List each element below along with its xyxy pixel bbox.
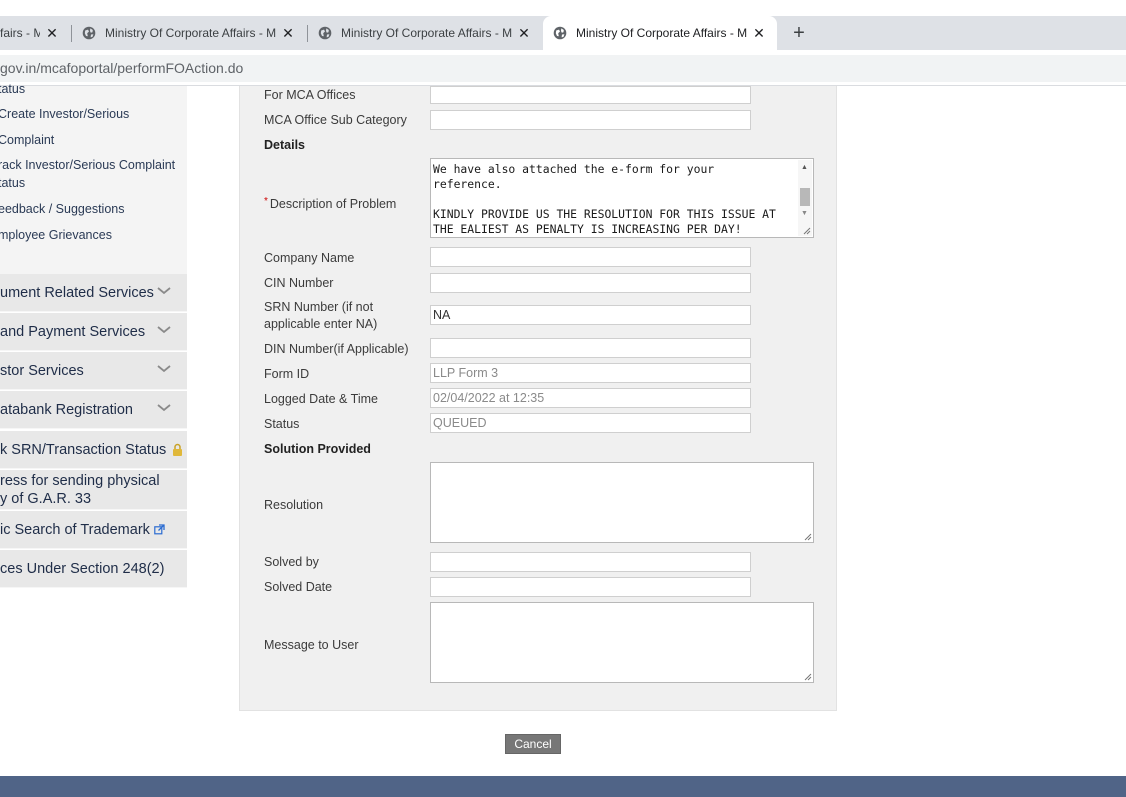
resize-grip-icon[interactable] [804, 673, 812, 681]
chevron-down-icon [157, 287, 171, 295]
scroll-up-arrow-icon[interactable]: ▲ [801, 164, 808, 171]
mca-office-sub-category-label: MCA Office Sub Category [264, 113, 407, 127]
sidebar-section-srn-status[interactable]: k SRN/Transaction Status [0, 431, 187, 469]
solved-by-field[interactable] [430, 552, 751, 572]
section-label: ic Search of Trademark [0, 521, 150, 538]
solved-date-field[interactable] [430, 577, 751, 597]
company-name-field[interactable] [430, 247, 751, 267]
required-marker: * [264, 196, 268, 207]
browser-tab-3[interactable]: Ministry Of Corporate Affairs - M ✕ [308, 16, 542, 50]
sidebar-link-grievances[interactable]: mployee Grievances [0, 226, 112, 244]
sidebar-link-feedback[interactable]: eedback / Suggestions [0, 200, 124, 218]
form-id-label: Form ID [264, 367, 310, 381]
address-bar: gov.in/mcafoportal/performFOAction.do [0, 50, 1126, 86]
description-scrollbar[interactable]: ▲ ▼ [798, 160, 812, 236]
section-label: stor Services [0, 362, 84, 379]
external-link-icon [154, 524, 165, 535]
url-text[interactable]: gov.in/mcafoportal/performFOAction.do [0, 60, 243, 76]
section-label: ces Under Section 248(2) [0, 560, 165, 577]
tab-title: Ministry Of Corporate Affairs - M [341, 26, 512, 40]
solved-date-label: Solved Date [264, 580, 333, 594]
status-field: QUEUED [430, 413, 751, 433]
browser-tab-1[interactable]: fairs - M ✕ [0, 16, 70, 50]
description-label: * Description of Problem [264, 193, 396, 213]
sidebar-links-panel: tatus Create Investor/Serious Complaint … [0, 82, 187, 274]
srn-label-line1: SRN Number (if not [264, 300, 374, 314]
description-text: We have also attached the e-form for you… [433, 162, 776, 236]
for-mca-offices-field[interactable] [430, 86, 751, 104]
browser-tab-bar: fairs - M ✕ Ministry Of Corporate Affair… [0, 16, 1126, 50]
chevron-down-icon [157, 404, 171, 412]
url-host: gov.in [0, 60, 37, 76]
message-to-user-label: Message to User [264, 638, 359, 652]
close-tab-icon[interactable]: ✕ [280, 25, 296, 42]
new-tab-button[interactable]: + [790, 16, 808, 50]
sidebar-section-document-services[interactable]: ument Related Services [0, 274, 187, 312]
details-heading: Details [264, 138, 305, 152]
logged-date-label: Logged Date & Time [264, 392, 378, 406]
sidebar-link-track-complaint-2[interactable]: tatus [0, 174, 25, 192]
cin-number-field[interactable] [430, 273, 751, 293]
sidebar-section-databank-registration[interactable]: atabank Registration [0, 391, 187, 429]
description-label-text: Description of Problem [269, 197, 397, 211]
srn-label-line2: applicable enter NA) [264, 317, 378, 331]
chevron-down-icon [157, 365, 171, 373]
section-label: ument Related Services [0, 284, 154, 301]
browser-tab-active[interactable]: Ministry Of Corporate Affairs - M ✕ [543, 16, 777, 50]
for-mca-offices-label: For MCA Offices [264, 88, 356, 102]
sidebar-section-trademark-search[interactable]: ic Search of Trademark [0, 511, 187, 549]
close-tab-icon[interactable]: ✕ [516, 25, 532, 42]
din-number-label: DIN Number(if Applicable) [264, 342, 409, 356]
section-label: atabank Registration [0, 401, 133, 418]
message-to-user-textarea[interactable] [430, 602, 814, 683]
resolution-textarea[interactable] [430, 462, 814, 543]
tab-title: Ministry Of Corporate Affairs - M [576, 26, 747, 40]
page-footer [0, 776, 1126, 797]
mca-office-sub-category-field[interactable] [430, 110, 751, 130]
sidebar-link-create-complaint-2[interactable]: Complaint [0, 131, 54, 149]
resize-grip-icon[interactable] [803, 227, 811, 235]
scroll-down-arrow-icon[interactable]: ▼ [801, 210, 808, 217]
company-name-label: Company Name [264, 251, 355, 265]
section-label: k SRN/Transaction Status [0, 441, 167, 458]
globe-icon [82, 26, 96, 40]
form-id-field: LLP Form 3 [430, 363, 751, 383]
resize-grip-icon[interactable] [804, 533, 812, 541]
window-top-strip [0, 0, 1126, 16]
sidebar-section-section-248-notices[interactable]: ces Under Section 248(2) [0, 550, 187, 588]
section-label: and Payment Services [0, 323, 146, 340]
section-label: ress for sending physical y of G.A.R. 33 [0, 472, 160, 508]
sidebar-section-investor-services[interactable]: stor Services [0, 352, 187, 390]
status-label: Status [264, 417, 300, 431]
close-tab-icon[interactable]: ✕ [751, 25, 767, 42]
din-number-field[interactable] [430, 338, 751, 358]
sidebar-section-physical-copy-address[interactable]: ress for sending physical y of G.A.R. 33 [0, 470, 187, 510]
srn-number-label: SRN Number (if not applicable enter NA) [264, 299, 377, 333]
scrollbar-thumb[interactable] [800, 188, 810, 206]
tab-title: fairs - M [0, 26, 40, 40]
description-textarea[interactable]: We have also attached the e-form for you… [430, 158, 814, 238]
section-label-line2: y of G.A.R. 33 [0, 490, 92, 507]
sidebar-link-create-complaint[interactable]: Create Investor/Serious [0, 105, 129, 123]
sidebar-section-payment-services[interactable]: and Payment Services [0, 313, 187, 351]
srn-number-field[interactable]: NA [430, 305, 751, 325]
solution-provided-heading: Solution Provided [264, 442, 371, 456]
close-tab-icon[interactable]: ✕ [44, 25, 60, 42]
globe-icon [553, 26, 567, 40]
globe-icon [318, 26, 332, 40]
url-path: /mcafoportal/performFOAction.do [36, 60, 244, 76]
tab-title: Ministry Of Corporate Affairs - M [105, 26, 276, 40]
resolution-label: Resolution [264, 498, 324, 512]
left-sidebar: tatus Create Investor/Serious Complaint … [0, 82, 187, 590]
chevron-down-icon [157, 326, 171, 334]
section-label-line1: ress for sending physical [0, 472, 160, 489]
browser-tab-2[interactable]: Ministry Of Corporate Affairs - M ✕ [72, 16, 306, 50]
lock-icon [173, 443, 183, 456]
solved-by-label: Solved by [264, 555, 319, 569]
cancel-button[interactable]: Cancel [505, 734, 561, 754]
sidebar-link-status[interactable]: tatus [0, 80, 25, 98]
cin-number-label: CIN Number [264, 276, 334, 290]
sidebar-link-track-complaint[interactable]: rack Investor/Serious Complaint [0, 156, 175, 174]
logged-date-field: 02/04/2022 at 12:35 [430, 388, 751, 408]
